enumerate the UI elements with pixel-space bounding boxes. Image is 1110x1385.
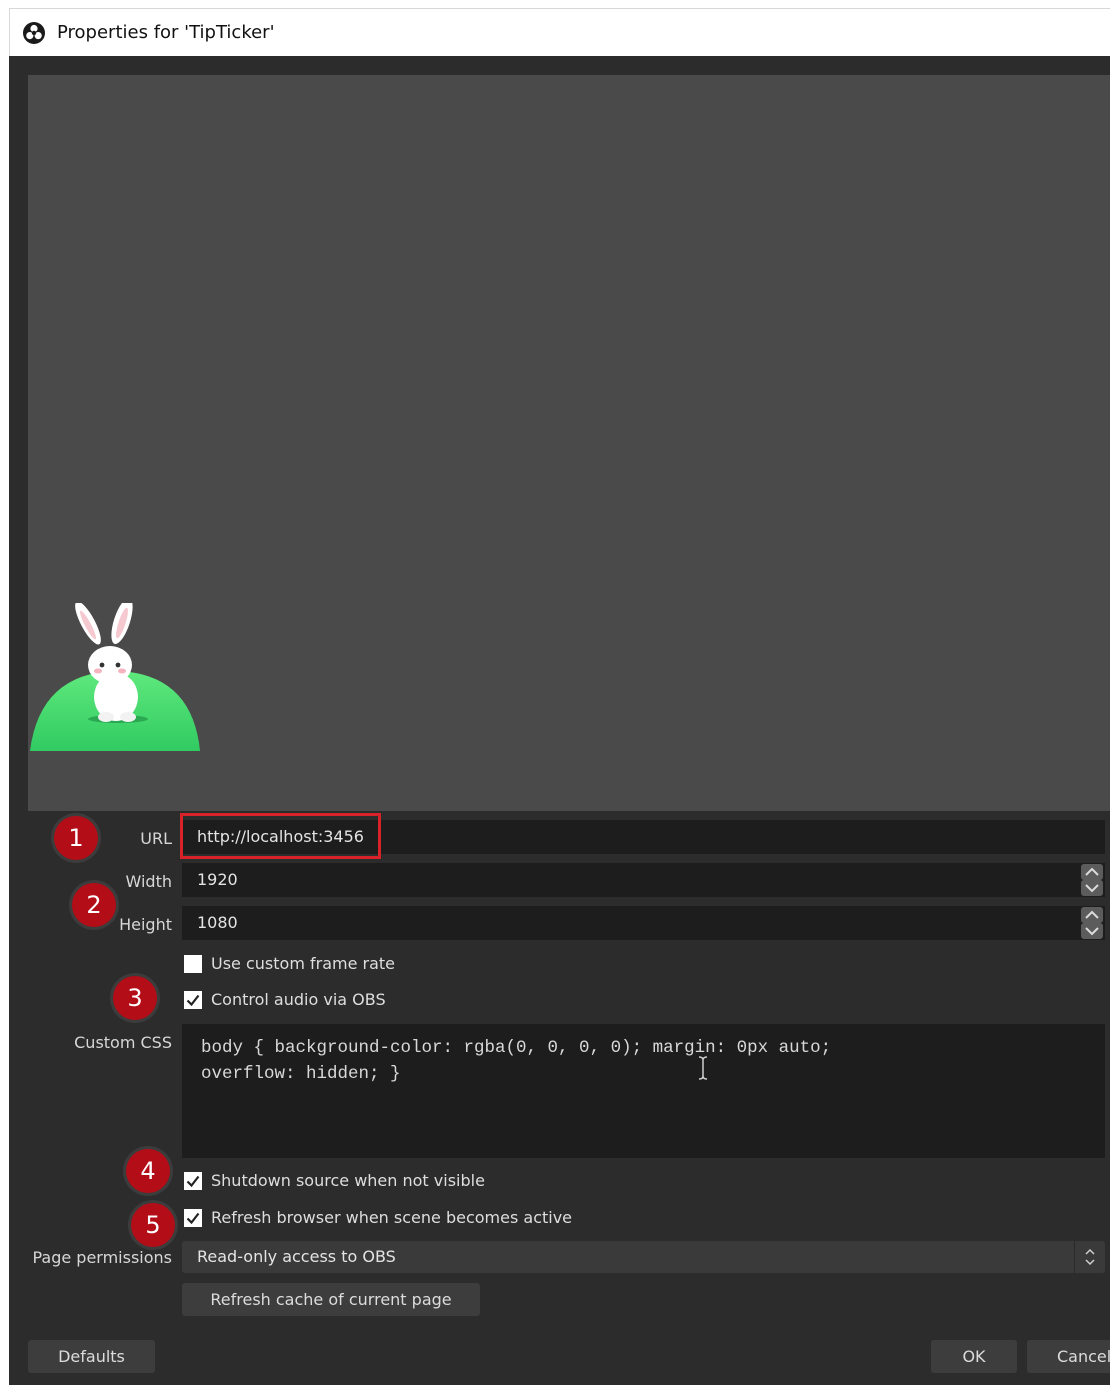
- url-highlight-box: [180, 813, 381, 859]
- window-title: Properties for 'TipTicker': [57, 22, 275, 43]
- refresh-browser-label: Refresh browser when scene becomes activ…: [211, 1208, 573, 1227]
- custom-frame-rate-label: Use custom frame rate: [211, 954, 396, 973]
- width-value: 1920: [197, 870, 238, 889]
- url-label: URL: [140, 829, 172, 848]
- chevron-down-icon: [1085, 927, 1099, 936]
- annotation-marker-1: 1: [54, 816, 98, 860]
- width-increment-button[interactable]: [1081, 864, 1103, 880]
- defaults-button[interactable]: Defaults: [28, 1340, 155, 1373]
- width-label: Width: [125, 872, 172, 891]
- checkbox-checked[interactable]: [184, 991, 202, 1009]
- cancel-button[interactable]: Cancel: [1027, 1340, 1110, 1373]
- width-spinner[interactable]: [1079, 863, 1105, 897]
- width-input[interactable]: 1920: [182, 863, 1105, 897]
- page-permissions-value: Read-only access to OBS: [197, 1247, 396, 1266]
- height-increment-button[interactable]: [1081, 907, 1103, 923]
- annotation-marker-4: 4: [126, 1149, 170, 1193]
- page-permissions-label: Page permissions: [32, 1248, 172, 1267]
- height-spinner[interactable]: [1079, 906, 1105, 940]
- check-icon: [186, 994, 200, 1007]
- select-arrows[interactable]: [1074, 1241, 1105, 1273]
- check-icon: [186, 1175, 200, 1188]
- obs-logo-icon: [23, 22, 45, 44]
- page-permissions-select[interactable]: Read-only access to OBS: [182, 1241, 1105, 1273]
- refresh-cache-button[interactable]: Refresh cache of current page: [182, 1283, 480, 1316]
- width-decrement-button[interactable]: [1081, 880, 1103, 896]
- height-decrement-button[interactable]: [1081, 923, 1103, 939]
- checkbox-checked[interactable]: [184, 1209, 202, 1227]
- custom-css-label: Custom CSS: [74, 1033, 172, 1052]
- properties-dialog: URL http://localhost:3456 Width 1920 Hei…: [9, 56, 1110, 1385]
- chevron-up-icon: [1085, 910, 1099, 919]
- annotation-marker-2: 2: [72, 883, 116, 927]
- chevron-down-icon: [1085, 884, 1099, 893]
- bunny-image: [30, 603, 200, 751]
- height-value: 1080: [197, 913, 238, 932]
- browser-source-preview: [28, 75, 1110, 811]
- check-icon: [186, 1212, 200, 1225]
- control-audio-label: Control audio via OBS: [211, 990, 386, 1009]
- updown-arrows-icon: [1085, 1248, 1095, 1266]
- text-cursor-icon: [698, 1056, 708, 1080]
- custom-css-textarea[interactable]: body { background-color: rgba(0, 0, 0, 0…: [182, 1024, 1105, 1158]
- annotation-marker-3: 3: [113, 976, 157, 1020]
- shutdown-source-label: Shutdown source when not visible: [211, 1171, 485, 1190]
- checkbox-unchecked[interactable]: [184, 955, 202, 973]
- chevron-up-icon: [1085, 867, 1099, 876]
- checkbox-checked[interactable]: [184, 1172, 202, 1190]
- annotation-marker-5: 5: [131, 1203, 175, 1247]
- title-bar: Properties for 'TipTicker': [9, 8, 1110, 56]
- ok-button[interactable]: OK: [931, 1340, 1017, 1373]
- height-input[interactable]: 1080: [182, 906, 1105, 940]
